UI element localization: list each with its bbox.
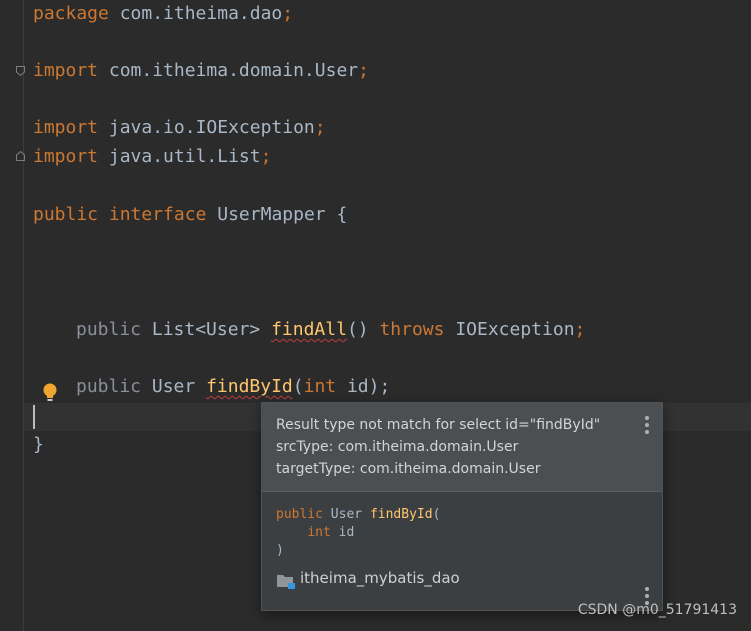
popup-divider [262, 491, 662, 492]
code-line-findbyid[interactable]: public User findById(int id); [76, 373, 390, 401]
keyword: import [33, 117, 99, 138]
semicolon: ; [358, 60, 369, 81]
editor-gutter [0, 0, 24, 631]
return-type: User [322, 507, 370, 522]
popup-signature-line: int id [276, 524, 354, 542]
code-line-closing-brace[interactable]: } [33, 431, 44, 459]
method-name[interactable]: findById [206, 376, 293, 397]
params: () [346, 319, 380, 340]
text-caret [33, 405, 35, 429]
return-type: User [141, 376, 207, 397]
keyword: public [276, 507, 323, 522]
return-type: List<User> [141, 319, 272, 340]
method-name[interactable]: findAll [271, 319, 347, 340]
popup-signature-line: public User findById( [276, 506, 440, 524]
semicolon: ; [314, 117, 326, 138]
exception-type: IOException [444, 319, 575, 340]
inspection-popup[interactable]: Result type not match for select id="fin… [261, 402, 663, 611]
keyword: import [33, 146, 99, 167]
module-name[interactable]: itheima_mybatis_dao [300, 569, 460, 587]
closing-brace: } [33, 434, 44, 455]
paren: ( [432, 507, 441, 522]
import-path: java.util.List [98, 146, 261, 167]
keyword: throws [379, 319, 445, 340]
popup-message-line: Result type not match for select id="fin… [276, 417, 601, 433]
code-line-import-list[interactable]: import java.util.List; [33, 143, 271, 171]
semicolon: ; [574, 319, 586, 340]
code-line-import-ioexception[interactable]: import java.io.IOException; [33, 114, 326, 142]
code-line-findall[interactable]: public List<User> findAll() throws IOExc… [76, 316, 585, 344]
code-line-import-user[interactable]: import com.itheima.domain.User; [33, 57, 369, 85]
semicolon: ; [260, 146, 272, 167]
popup-signature-line: ) [276, 542, 284, 560]
intention-bulb-icon[interactable] [40, 381, 60, 405]
more-vertical-icon[interactable] [642, 415, 652, 435]
code-line-interface[interactable]: public interface UserMapper { [33, 201, 347, 229]
watermark: CSDN @m0_51791413 [577, 602, 737, 618]
keyword: import [33, 60, 99, 81]
keyword: interface [108, 204, 207, 225]
package-name: com.itheima.dao [108, 3, 283, 24]
param-type: int [303, 376, 337, 397]
import-path: java.io.IOException [98, 117, 315, 138]
code-line-package[interactable]: package com.itheima.dao; [33, 0, 293, 28]
import-path: com.itheima.domain.User [98, 60, 359, 81]
popup-message-line: targetType: com.itheima.domain.User [276, 461, 541, 477]
method-name: findById [369, 507, 433, 522]
keyword: public [76, 376, 142, 397]
param-name: id [330, 525, 355, 540]
param-type: int [307, 525, 331, 540]
keyword: package [33, 3, 109, 24]
fold-marker-icon[interactable] [16, 66, 25, 76]
semicolon: ; [282, 3, 294, 24]
param-name: id); [336, 376, 391, 397]
keyword: public [76, 319, 142, 340]
fold-marker-icon[interactable] [16, 151, 25, 161]
paren: ( [292, 376, 304, 397]
keyword: public [33, 204, 99, 225]
module-folder-icon [277, 575, 295, 589]
interface-name: UserMapper { [206, 204, 348, 225]
popup-message-line: srcType: com.itheima.domain.User [276, 439, 519, 455]
paren: ) [276, 543, 284, 558]
